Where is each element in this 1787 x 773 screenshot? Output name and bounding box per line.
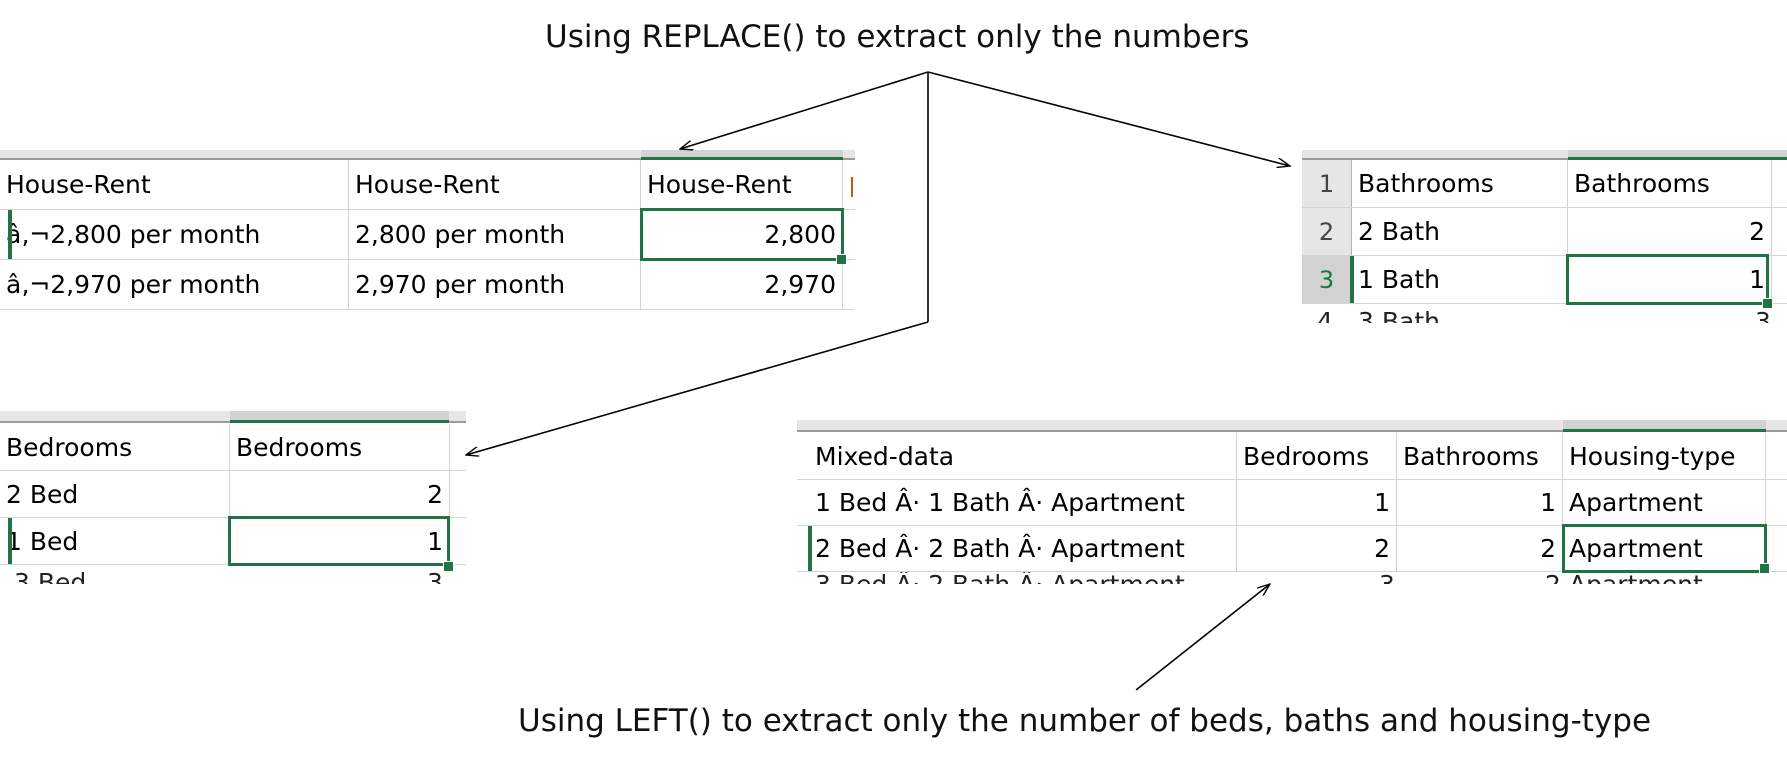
arrow-to-bed-table bbox=[466, 321, 929, 455]
annotation-arrows bbox=[0, 71, 1787, 691]
arrow-to-bath-table bbox=[927, 71, 1290, 166]
arrow-to-mixed-table bbox=[1135, 584, 1270, 691]
arrow-to-rent-table bbox=[680, 71, 929, 149]
